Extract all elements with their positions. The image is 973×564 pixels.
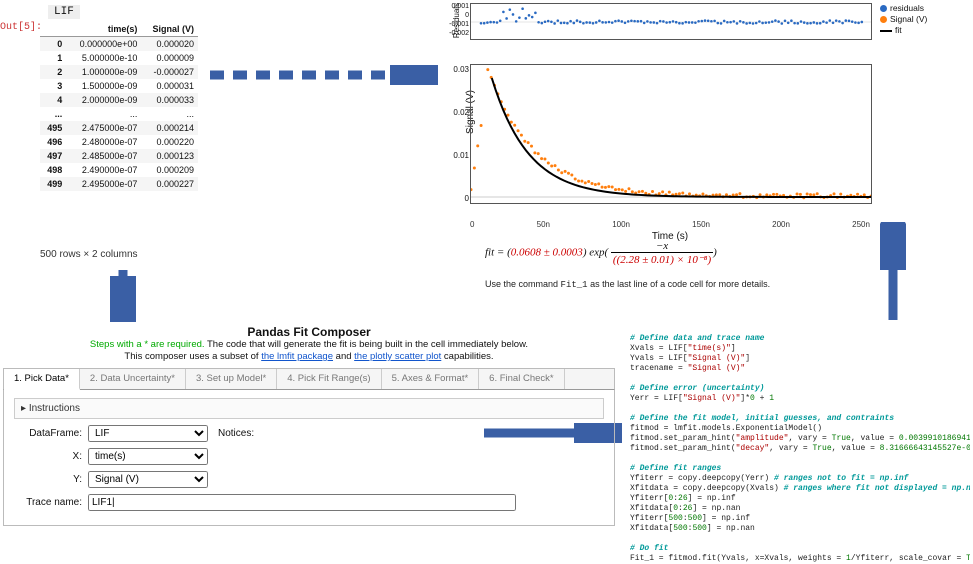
- tab-axes-format[interactable]: 5. Axes & Format*: [382, 369, 480, 389]
- label-y: Y:: [14, 474, 82, 485]
- table-shape-caption: 500 rows × 2 columns: [40, 249, 138, 260]
- legend-fit: fit: [895, 25, 902, 35]
- table-row: .........: [40, 107, 198, 121]
- signal-plot[interactable]: 0 0.01 0.02 0.03: [470, 64, 872, 204]
- link-plotly[interactable]: the plotly scatter plot: [354, 351, 441, 362]
- select-x[interactable]: time(s): [88, 448, 208, 465]
- select-dataframe[interactable]: LIF: [88, 425, 208, 442]
- arrow-up-plot: [880, 222, 906, 322]
- tab-data-uncertainty[interactable]: 2. Data Uncertainty*: [80, 369, 186, 389]
- arrow-right-dashed: [208, 65, 438, 85]
- label-x: X:: [14, 451, 82, 462]
- resid-ytick: 0.001: [443, 2, 469, 11]
- arrow-down-1: [110, 268, 136, 322]
- col-signal: Signal (V): [141, 22, 198, 37]
- data-table: time(s) Signal (V) 00.000000e+000.000020…: [40, 22, 198, 191]
- label-dataframe: DataFrame:: [14, 428, 82, 439]
- legend-residuals: residuals: [890, 3, 924, 13]
- table-row: 15.000000e-100.000009: [40, 51, 198, 65]
- label-trace-name: Trace name:: [14, 497, 82, 508]
- tab-final-check[interactable]: 6. Final Check*: [479, 369, 564, 389]
- output-prompt: Out[5]:: [0, 22, 42, 33]
- fit-hint: Use the command Fit_1 as the last line o…: [485, 279, 770, 290]
- composer-title: Pandas Fit Composer: [3, 325, 615, 339]
- tab-pick-data[interactable]: 1. Pick Data*: [4, 369, 80, 390]
- composer-note: Steps with a * are required. The code th…: [3, 339, 615, 363]
- table-row: 21.000000e-09-0.000027: [40, 65, 198, 79]
- select-y[interactable]: Signal (V): [88, 471, 208, 488]
- sig-xtick: 150n: [692, 220, 710, 229]
- table-row: 00.000000e+000.000020: [40, 37, 198, 52]
- sig-xtick: 250n: [852, 220, 870, 229]
- sig-ytick: 0.02: [443, 108, 469, 117]
- table-row: 4962.480000e-070.000220: [40, 135, 198, 149]
- tab-pick-fit-ranges[interactable]: 4. Pick Fit Range(s): [277, 369, 381, 389]
- resid-ytick: -0.002: [443, 29, 469, 38]
- sig-xtick: 0: [470, 220, 474, 229]
- sig-xtick: 200n: [772, 220, 790, 229]
- resid-ytick: -0.001: [443, 20, 469, 29]
- sig-xtick: 100n: [612, 220, 630, 229]
- generated-code: # Define data and trace name Xvals = LIF…: [630, 334, 970, 564]
- link-lmfit[interactable]: the lmfit package: [261, 351, 333, 362]
- sig-ytick: 0: [443, 194, 469, 203]
- table-row: 31.500000e-090.000031: [40, 79, 198, 93]
- label-notices: Notices:: [218, 428, 254, 439]
- table-row: 42.000000e-090.000033: [40, 93, 198, 107]
- instructions-accordion[interactable]: Instructions: [14, 398, 604, 419]
- input-trace-name[interactable]: [88, 494, 516, 511]
- table-row: 4992.495000e-070.000227: [40, 177, 198, 191]
- plot-legend: residuals Signal (V) fit: [880, 3, 927, 36]
- composer-tabs: 1. Pick Data* 2. Data Uncertainty* 3. Se…: [3, 368, 615, 390]
- residuals-plot[interactable]: 0.001 0 -0.001 -0.002: [470, 3, 872, 40]
- table-row: 4982.490000e-070.000209: [40, 163, 198, 177]
- signal-xlabel: 0 50n 100n 150n 200n 250n Time (s): [470, 220, 870, 242]
- sig-ytick: 0.01: [443, 151, 469, 160]
- table-row: 4952.475000e-070.000214: [40, 121, 198, 135]
- fit-composer: Pandas Fit Composer Steps with a * are r…: [3, 325, 615, 526]
- resid-ytick: 0: [443, 11, 469, 20]
- table-row: 4972.485000e-070.000123: [40, 149, 198, 163]
- fit-formula: fit = (0.0608 ± 0.0003) exp( −x ((2.28 ±…: [485, 240, 717, 266]
- sig-xtick: 50n: [537, 220, 550, 229]
- legend-signal: Signal (V): [890, 14, 927, 24]
- tab-set-up-model[interactable]: 3. Set up Model*: [186, 369, 277, 389]
- dataframe-name-label: LIF: [48, 5, 80, 19]
- col-time: time(s): [66, 22, 141, 37]
- sig-ytick: 0.03: [443, 65, 469, 74]
